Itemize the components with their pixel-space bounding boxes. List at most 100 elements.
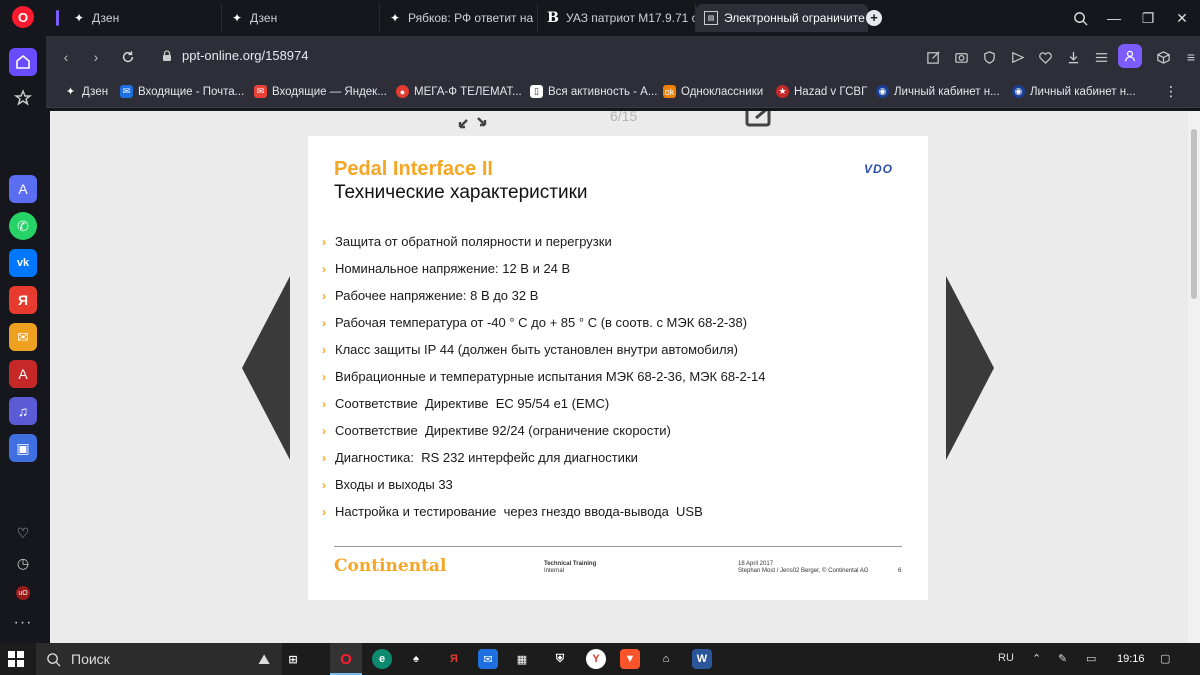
new-tab-button[interactable]: + — [866, 10, 882, 26]
store-icon[interactable]: ▦ — [512, 649, 532, 669]
bookmark-4[interactable]: ▯ Вся активность - А... — [530, 85, 657, 98]
tab-2[interactable]: ✦ Дзен — [222, 4, 380, 32]
chevron-right-icon: › — [322, 477, 326, 492]
menu-icon[interactable]: ≡ — [1182, 48, 1200, 66]
clock-icon: ◷ — [16, 554, 30, 571]
yandex-icon[interactable]: Y — [586, 649, 606, 669]
aria-button[interactable]: A — [9, 175, 37, 203]
chevron-right-icon: › — [322, 504, 326, 519]
profile-button[interactable] — [1118, 44, 1142, 68]
emblem-icon: ◉ — [1012, 85, 1025, 98]
maximize-button[interactable]: ❐ — [1138, 8, 1158, 28]
slide: Pedal Interface II Технические характери… — [308, 136, 928, 600]
close-button[interactable]: ✕ — [1172, 8, 1192, 28]
whatsapp-button[interactable]: ✆ — [9, 212, 37, 240]
music-button[interactable]: ♫ — [9, 397, 37, 425]
clock[interactable]: 19:16 — [1117, 653, 1145, 665]
yandex-mail-icon: ✉ — [254, 85, 267, 98]
chevron-right-icon: › — [322, 315, 326, 330]
bookmark-1[interactable]: ✉ Входящие - Почта... — [120, 85, 244, 98]
solitaire-icon[interactable]: ♠ — [406, 649, 426, 669]
bookmarks-more-icon[interactable]: ⋮ — [1164, 83, 1178, 100]
language-indicator[interactable]: RU — [998, 652, 1014, 664]
url-field[interactable]: ppt-online.org/158974 — [182, 48, 309, 63]
tray-chevron-up-icon[interactable]: ⌃ — [1032, 652, 1041, 665]
reload-button[interactable] — [118, 47, 138, 67]
bullet-list: › Защита от обратной полярности и перегру… — [322, 228, 766, 525]
bookmark-3[interactable]: ● МЕГА-Ф ТЕЛЕМАТ... — [396, 85, 522, 98]
pinboard-button[interactable] — [9, 84, 37, 112]
bullet-text: Соответствие Директиве 92/24 (ограничени… — [335, 423, 671, 438]
taskbar-search[interactable]: Поиск ⛰ — [36, 643, 282, 675]
page-scrollbar[interactable] — [1188, 111, 1200, 643]
back-button[interactable]: ‹ — [56, 47, 76, 67]
bookmark-7[interactable]: ◉ Личный кабинет н... — [876, 85, 1000, 98]
home-button[interactable] — [9, 48, 37, 76]
yandex-browser-icon[interactable]: Я — [444, 649, 464, 669]
prev-slide-button[interactable] — [242, 276, 290, 460]
history-button[interactable]: ◷ — [9, 549, 37, 577]
tab-5-active[interactable]: ▤ Электронный ограничите — [696, 4, 868, 32]
favorites-button[interactable]: ♡ — [9, 519, 37, 547]
tab-1[interactable]: ✦ Дзен — [64, 4, 222, 32]
bullet-item: › Диагностика: RS 232 интерфейс для диагн… — [322, 444, 766, 471]
fullscreen-icon[interactable] — [458, 115, 492, 129]
easy-setup-icon[interactable] — [1092, 48, 1110, 66]
tab-4[interactable]: B УАЗ патриот М17.9.71 огр — [538, 4, 696, 32]
bookmark-5[interactable]: ok Одноклассники — [663, 85, 763, 98]
slide-title: Pedal Interface II — [334, 158, 493, 180]
task-view-icon[interactable]: ⊞ — [283, 649, 303, 669]
tab-3[interactable]: ✦ Рябков: РФ ответит на сн — [380, 4, 538, 32]
send-icon[interactable] — [1008, 48, 1026, 66]
minimize-button[interactable]: — — [1104, 8, 1124, 28]
share-icon[interactable] — [744, 111, 774, 127]
mail-icon: ✉ — [17, 328, 29, 345]
bookmark-2[interactable]: ✉ Входящие — Яндек... — [254, 85, 387, 98]
ublock-icon: uO — [16, 586, 30, 600]
translate-icon: A — [18, 366, 28, 382]
heart-icon[interactable] — [1036, 48, 1054, 66]
edge-icon[interactable]: e — [372, 649, 392, 669]
bookmark-6[interactable]: ★ Hazad v ГСВГ — [776, 85, 867, 98]
mail-app-icon[interactable]: ✉ — [478, 649, 498, 669]
footer-author: Stephan Most / Jens02 Berger, © Continen… — [738, 568, 869, 574]
download-icon[interactable] — [1064, 48, 1082, 66]
brave-icon[interactable]: ▼ — [620, 649, 640, 669]
extensions-icon[interactable] — [1154, 48, 1172, 66]
heart-icon: ♡ — [16, 524, 30, 541]
opera-icon[interactable]: O — [336, 649, 356, 669]
bookmark-8[interactable]: ◉ Личный кабинет н... — [1012, 85, 1136, 98]
notifications-icon[interactable]: ▢ — [1160, 652, 1170, 665]
more-icon[interactable]: ··· — [9, 609, 37, 637]
ublock-button[interactable]: uO — [9, 579, 37, 607]
camera-icon[interactable] — [952, 48, 970, 66]
bullet-item: › Защита от обратной полярности и перегру… — [322, 228, 766, 255]
chevron-right-icon: › — [322, 234, 326, 249]
forward-button[interactable]: › — [86, 47, 106, 67]
bridge-icon[interactable]: ⌂ — [656, 649, 676, 669]
star-icon — [13, 89, 33, 106]
next-slide-button[interactable] — [946, 276, 994, 460]
mail-button[interactable]: ✉ — [9, 323, 37, 351]
edit-icon[interactable] — [924, 48, 942, 66]
bookmark-label: Личный кабинет н... — [1030, 85, 1136, 98]
word-icon[interactable]: W — [692, 649, 712, 669]
wallet-button[interactable]: ▣ — [9, 434, 37, 462]
shield-icon[interactable] — [980, 48, 998, 66]
windows-start-icon[interactable] — [8, 651, 24, 667]
opera-menu-icon[interactable]: O — [12, 6, 34, 28]
pen-icon[interactable]: ✎ — [1058, 652, 1067, 665]
bullet-text: Класс защиты IP 44 (должен быть установл… — [335, 342, 738, 357]
battery-icon[interactable]: ▭ — [1086, 652, 1096, 665]
bookmark-0[interactable]: ✦ Дзен — [64, 85, 108, 99]
translate-button[interactable]: A — [9, 360, 37, 388]
defender-icon[interactable]: ⛨ — [550, 649, 570, 669]
vk-button[interactable]: vk — [9, 249, 37, 277]
scrollbar-thumb[interactable] — [1191, 129, 1197, 299]
wallet-icon: ▣ — [16, 439, 30, 456]
yandex-button[interactable]: Я — [9, 286, 37, 314]
bullet-text: Соответствие Директиве ЕС 95/54 е1 (ЕМС) — [335, 396, 610, 411]
emblem-icon: ◉ — [876, 85, 889, 98]
ok-icon: ok — [663, 85, 676, 98]
search-tabs-icon[interactable] — [1070, 8, 1090, 28]
